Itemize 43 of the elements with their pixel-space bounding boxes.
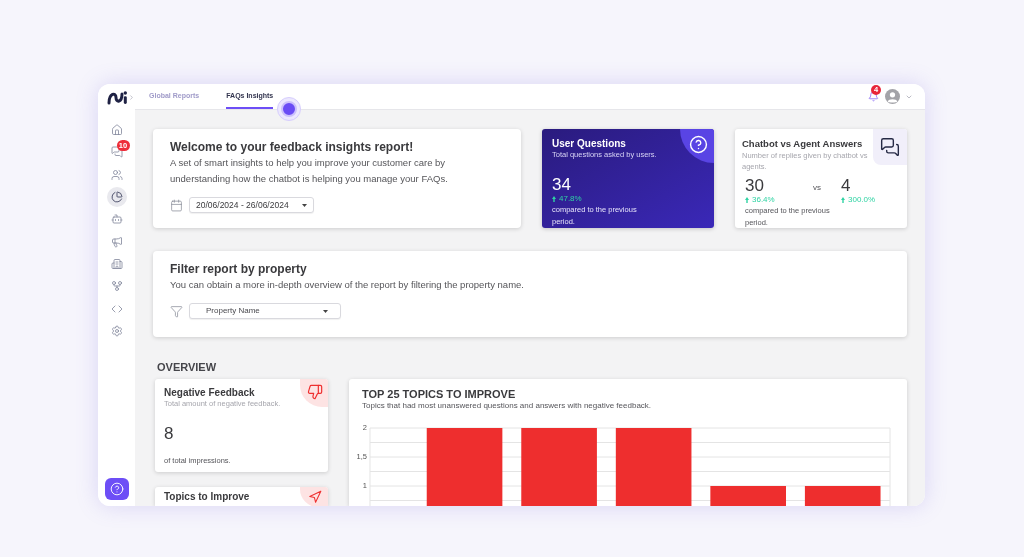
date-range-select[interactable]: 20/06/2024 - 26/06/2024 [189,197,314,213]
property-select[interactable]: Property Name [189,303,341,319]
sidebar-item[interactable] [106,187,127,208]
filter-icon [170,304,183,318]
card-title: Filter report by property [170,261,308,277]
metric-value: 4 [841,177,852,195]
pie-chart-icon [110,191,123,204]
change-percent: 47.8% [559,194,582,203]
fork-icon [110,280,123,293]
card-description: A set of smart insights to help you improve your customer care by understanding how the chatbot is helping you manage your FAQs. [170,156,449,186]
megaphone-icon [110,235,123,248]
calendar-icon [170,198,183,212]
card-title: TOP 25 TOPICS TO IMPROVE [362,387,517,401]
thumbs-down-icon [300,379,328,407]
change-percent: 300.0% [848,195,876,204]
metric-value: 34 [552,176,572,194]
card-title: Welcome to your feedback insights report! [170,139,415,155]
robot-icon [110,213,123,226]
avatar-icon[interactable] [885,89,900,104]
card-title: User Questions [552,138,627,150]
card-description: You can obtain a more in-depth overview of the report by filtering the property name. [170,278,525,292]
caret-down-icon [323,309,328,313]
chat-bubbles-icon [873,129,907,165]
home-icon [110,124,123,137]
caret-down-icon [302,203,307,207]
help-icon [109,482,124,496]
notification-bell-icon[interactable] [867,91,879,102]
chat-bubbles-icon [110,146,123,159]
section-heading: OVERVIEW [157,360,218,374]
card-title: Negative Feedback [164,387,256,399]
help-button[interactable] [104,478,129,500]
change-percent: 36.4% [752,195,775,204]
versus-label: vs [813,183,822,193]
building-icon [110,257,123,270]
metric-value: 8 [164,425,175,443]
chevron-right-icon[interactable] [128,93,135,101]
card-title: Topics to Improve [164,491,250,503]
users-icon [110,168,123,181]
settings-icon [110,324,123,337]
card-subtitle: Topics that had most unanswered questions and answers with negative feedback. [362,401,653,411]
card-title: Chatbot vs Agent Answers [742,138,864,150]
metric-value: 30 [745,177,765,195]
logo-icon [107,89,127,105]
